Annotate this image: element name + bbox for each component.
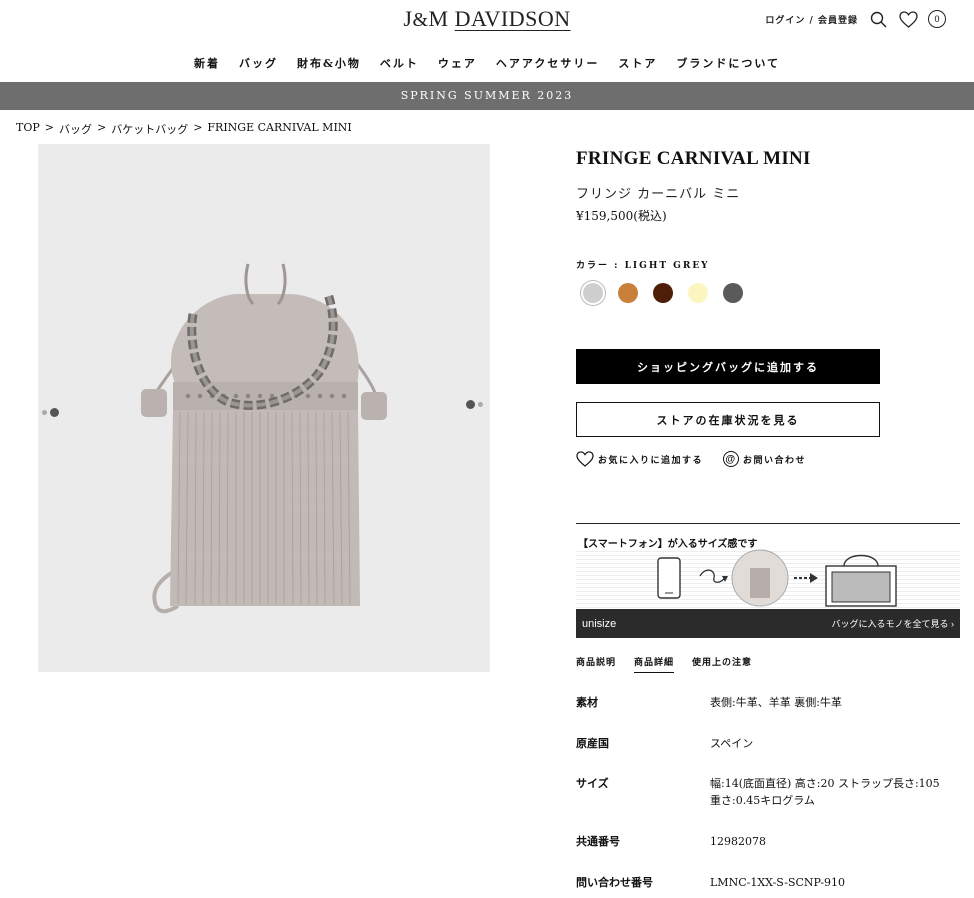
unisize-brand: unisize [582, 617, 617, 630]
spec-label: サイズ [576, 777, 609, 790]
product-jp-name: フリンジ カーニバル ミニ [576, 187, 741, 202]
spec-table: 素材 表側:牛革、羊革 裏側:牛革 原産国 スペイン サイズ 幅:14(底面直径… [576, 694, 946, 894]
spec-label: 共通番号 [576, 835, 620, 848]
nav-belts[interactable]: ベルト [380, 55, 419, 71]
product-actions: お気に入りに追加する @ お問い合わせ [576, 451, 806, 467]
carousel-dot [478, 402, 483, 407]
contact-label: お問い合わせ [743, 455, 807, 466]
spec-value: スペイン [710, 737, 754, 750]
carousel-dot [42, 410, 47, 415]
spec-row: 共通番号 12982078 [576, 833, 946, 874]
favorite-label: お気に入りに追加する [598, 455, 704, 466]
login-link[interactable]: ログイン [765, 16, 805, 26]
auth-separator: / [805, 15, 818, 26]
global-nav: 新着 バッグ 財布&小物 ベルト ウェア ヘアアクセサリー ストア ブランドにつ… [0, 55, 974, 71]
spec-value: 表側:牛革、羊革 裏側:牛革 [710, 696, 842, 709]
breadcrumb: TOP > バッグ > バケットバッグ > FRINGE CARNIVAL MI… [16, 121, 352, 137]
nav-wear[interactable]: ウェア [438, 55, 477, 71]
spec-value: 12982078 [710, 835, 766, 848]
breadcrumb-sep: > [96, 121, 107, 134]
color-label: カラー : LIGHT GREY [576, 261, 710, 271]
store-stock-button[interactable]: ストアの在庫状況を見る [576, 402, 880, 437]
add-to-bag-button[interactable]: ショッピングバッグに追加する [576, 349, 880, 384]
season-banner[interactable]: SPRING SUMMER 2023 [0, 82, 974, 110]
logo-m: M [428, 6, 455, 31]
cart-count: 0 [934, 14, 940, 24]
nav-about[interactable]: ブランドについて [676, 55, 780, 71]
smartphone-icon [657, 557, 681, 599]
unisize-heading: 【スマートフォン】が入るサイズ感です [578, 539, 758, 550]
breadcrumb-top[interactable]: TOP [16, 121, 40, 137]
contact-link[interactable]: @ お問い合わせ [723, 451, 806, 467]
nav-wallets[interactable]: 財布&小物 [297, 55, 361, 71]
spec-value: LMNC-1XX-S-SCNP-910 [710, 876, 846, 889]
nav-hair-accessories[interactable]: ヘアアクセサリー [496, 55, 599, 71]
breadcrumb-current: FRINGE CARNIVAL MINI [207, 121, 352, 134]
spec-label: 問い合わせ番号 [576, 876, 653, 889]
unisize-bar[interactable]: unisize バッグに入るモノを全て見る › [576, 609, 960, 638]
swatch-dark-brown[interactable] [653, 283, 673, 303]
cart-icon[interactable]: 0 [928, 10, 946, 28]
swatch-dark-grey[interactable] [723, 283, 743, 303]
tab-description[interactable]: 商品説明 [576, 655, 616, 673]
spec-label: 素材 [576, 696, 598, 709]
register-link[interactable]: 会員登録 [818, 16, 858, 26]
product-image[interactable] [38, 144, 490, 672]
tab-details[interactable]: 商品詳細 [634, 655, 675, 673]
spec-row: サイズ 幅:14(底面直径) 高さ:20 ストラップ長さ:105 重さ:0.45… [576, 775, 946, 833]
prev-image-dots[interactable] [42, 408, 59, 417]
color-swatches [583, 283, 743, 303]
logo-amp: & [412, 9, 429, 31]
tab-care[interactable]: 使用上の注意 [692, 655, 752, 673]
product-title: FRINGE CARNIVAL MINI [576, 148, 811, 169]
spec-row: 素材 表側:牛革、羊革 裏側:牛革 [576, 694, 946, 735]
carousel-dot-active [466, 400, 475, 409]
auth-links: ログイン / 会員登録 [765, 13, 858, 26]
nav-stores[interactable]: ストア [618, 55, 657, 71]
breadcrumb-sep: > [193, 121, 203, 134]
next-image-dots[interactable] [466, 400, 483, 409]
logo-davidson: DAVIDSON [454, 6, 571, 31]
breadcrumb-bucket-bags[interactable]: バケットバッグ [111, 121, 188, 137]
size-comparison-art [657, 549, 897, 607]
spec-label: 原産国 [576, 737, 609, 750]
unisize-see-all-link[interactable]: バッグに入るモノを全て見る › [832, 617, 955, 630]
product-tabs: 商品説明 商品詳細 使用上の注意 [576, 655, 752, 673]
heart-icon[interactable] [898, 9, 918, 29]
nav-new[interactable]: 新着 [194, 55, 220, 71]
unisize-illustration [576, 548, 960, 608]
breadcrumb-bags[interactable]: バッグ [59, 121, 92, 137]
nav-bags[interactable]: バッグ [239, 55, 278, 71]
carousel-dot-active [50, 408, 59, 417]
search-icon[interactable] [868, 9, 888, 29]
heart-icon [576, 451, 594, 467]
bag-illustration [141, 263, 387, 614]
spec-row: 原産国 スペイン [576, 735, 946, 775]
swatch-light-grey[interactable] [583, 283, 603, 303]
product-price: ¥159,500(税込) [576, 209, 667, 223]
swatch-tan[interactable] [618, 283, 638, 303]
header-utilities: ログイン / 会員登録 0 [765, 9, 946, 29]
unisize-widget: 【スマートフォン】が入るサイズ感です unisize バッグに入るモノを全て見る… [576, 523, 960, 638]
swatch-cream[interactable] [688, 283, 708, 303]
spec-value: 幅:14(底面直径) 高さ:20 ストラップ長さ:105 重さ:0.45キログラ… [710, 777, 940, 807]
at-icon: @ [723, 451, 740, 467]
spec-row: 問い合わせ番号 LMNC-1XX-S-SCNP-910 [576, 874, 946, 894]
breadcrumb-sep: > [44, 121, 54, 134]
favorite-link[interactable]: お気に入りに追加する [576, 451, 703, 467]
